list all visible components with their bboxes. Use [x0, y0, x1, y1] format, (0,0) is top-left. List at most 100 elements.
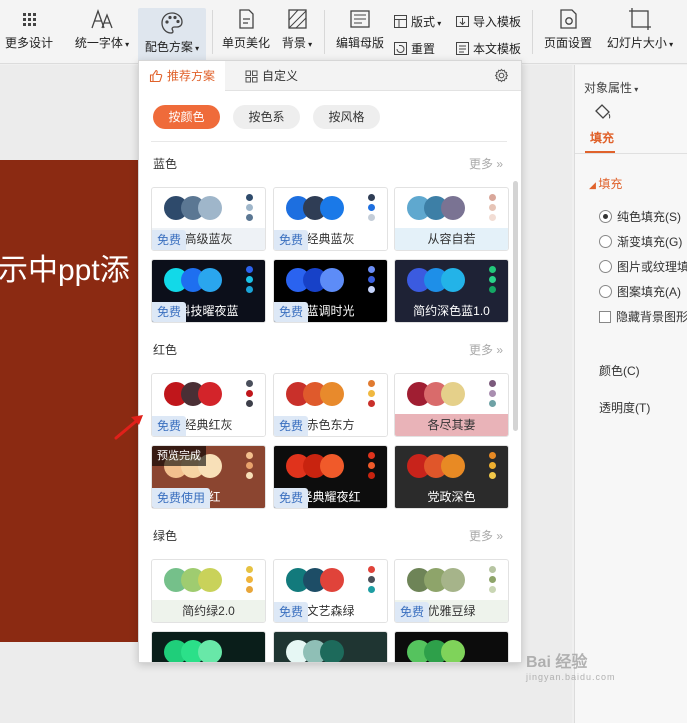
scheme-card[interactable]: 科技曜夜蓝 免费 [151, 259, 266, 323]
single-page-beautify-button[interactable]: 单页美化 [220, 6, 272, 51]
edit-master-button[interactable]: 编辑母版 [334, 6, 386, 51]
slide-size-button[interactable]: 幻灯片大小 ▾ [602, 6, 678, 51]
group-title: 红色 [153, 343, 178, 357]
color-dot [489, 586, 496, 593]
color-dot [489, 214, 496, 221]
free-badge: 免费 [152, 302, 187, 322]
pattern-fill-radio[interactable]: 图案填充(A) [599, 283, 681, 300]
scheme-card[interactable] [273, 631, 388, 662]
scheme-card[interactable]: 从容自若 [394, 187, 509, 251]
page-setup-button[interactable]: 页面设置 [540, 6, 596, 51]
text-template-button[interactable]: 本文模板 [455, 40, 521, 57]
gradient-fill-radio[interactable]: 渐变填充(G) [599, 233, 682, 250]
scheme-card[interactable]: 赤色东方 免费 [273, 373, 388, 437]
scheme-card[interactable]: 文艺森绿 免费 [273, 559, 388, 623]
tab-recommended-label: 推荐方案 [167, 69, 216, 83]
tab-custom[interactable]: 自定义 [235, 61, 308, 91]
layout-button[interactable]: 版式 ▾ [393, 13, 441, 30]
layout-icon [394, 15, 407, 28]
fill-section-label: 填充 [598, 177, 623, 191]
option-label: 纯色填充(S) [617, 210, 681, 224]
panel-title[interactable]: 对象属性 ▾ [584, 79, 638, 96]
scheme-card[interactable]: 高级蓝灰 免费 [151, 187, 266, 251]
picture-fill-radio[interactable]: 图片或纹理填 [599, 258, 687, 275]
more-design-button[interactable]: 更多设计 [4, 6, 54, 51]
free-badge: 免费 [152, 416, 187, 436]
tab-fill[interactable]: 填充 [587, 101, 617, 146]
color-dot [246, 390, 253, 397]
scheme-card[interactable]: 经典耀夜红 免费 [273, 445, 388, 509]
more-link[interactable]: 更多 » [469, 155, 503, 172]
paint-bucket-icon [595, 104, 611, 119]
unify-font-button[interactable]: 统一字体 ▾ [72, 6, 132, 51]
free-badge: 免费 [274, 302, 309, 322]
pill-by-color[interactable]: 按颜色 [153, 105, 220, 129]
scheme-card[interactable]: 经典蓝灰 免费 [273, 187, 388, 251]
color-field-label: 颜色(C) [599, 364, 640, 378]
font-icon [91, 9, 113, 29]
hide-background-checkbox[interactable]: 隐藏背景图形 [599, 308, 687, 325]
color-dot [368, 472, 375, 479]
free-badge: 免费 [395, 602, 430, 622]
color-dot [246, 576, 253, 583]
color-dot [246, 452, 253, 459]
color-dot [368, 390, 375, 397]
slide-text[interactable]: 示中ppt添 [0, 245, 130, 289]
toolbar-divider [212, 10, 213, 54]
free-badge: 免费 [274, 416, 309, 436]
color-dot [489, 266, 496, 273]
scheme-card[interactable]: 各尽其妻 [394, 373, 509, 437]
background-button[interactable]: 背景 ▾ [278, 6, 316, 51]
scheme-card[interactable]: 简约绿2.0 [151, 559, 266, 623]
color-swatch [198, 568, 222, 592]
scheme-card[interactable] [394, 631, 509, 662]
color-dot [246, 204, 253, 211]
reset-button[interactable]: 重置 [393, 40, 435, 57]
color-swatch [320, 640, 344, 662]
free-badge: 免费 [152, 230, 187, 250]
color-swatch [441, 382, 465, 406]
color-swatch [198, 640, 222, 662]
color-scheme-dropdown: 推荐方案 自定义 按颜色 按色系 按风格 蓝色 更多 » 高级蓝灰 免费 经典蓝灰 免费从… [138, 60, 522, 663]
pill-by-color-family[interactable]: 按色系 [233, 105, 300, 129]
fill-section-header[interactable]: ◢ 填充 [589, 175, 622, 192]
color-swatch [198, 382, 222, 406]
color-swatch [441, 268, 465, 292]
tab-recommended[interactable]: 推荐方案 [139, 61, 226, 92]
divider [151, 141, 507, 142]
more-link[interactable]: 更多 » [469, 527, 503, 544]
tab-custom-label: 自定义 [262, 69, 299, 83]
more-design-label: 更多设计 [4, 36, 53, 50]
option-label: 图片或纹理填 [617, 260, 687, 274]
single-page-beautify-label: 单页美化 [221, 36, 270, 50]
edit-master-label: 编辑母版 [335, 36, 384, 50]
more-link[interactable]: 更多 » [469, 341, 503, 358]
color-dot [368, 194, 375, 201]
scheme-label: 各尽其妻 [395, 414, 508, 436]
group-title: 蓝色 [153, 157, 178, 171]
color-swatch [320, 454, 344, 478]
color-swatch [198, 268, 222, 292]
page-icon [239, 9, 254, 29]
scheme-card[interactable] [151, 631, 266, 662]
scheme-card[interactable]: 蓝调时光 免费 [273, 259, 388, 323]
free-badge: 免费 [274, 602, 309, 622]
color-swatch [320, 196, 344, 220]
scrollbar[interactable] [513, 181, 518, 431]
gear-icon[interactable] [494, 68, 509, 83]
scheme-card[interactable]: 经典红灰 免费 [151, 373, 266, 437]
group-title: 绿色 [153, 529, 178, 543]
pill-by-style[interactable]: 按风格 [313, 105, 380, 129]
color-dot [368, 276, 375, 283]
scheme-card[interactable]: 简约深色蓝1.0 [394, 259, 509, 323]
scheme-card[interactable]: 深红免费使用预览完成 [151, 445, 266, 509]
solid-fill-radio[interactable]: 纯色填充(S) [599, 208, 681, 225]
chevron-down-icon: ▾ [192, 44, 200, 53]
option-label: 图案填充(A) [617, 285, 681, 299]
scheme-card[interactable]: 优雅豆绿 免费 [394, 559, 509, 623]
reset-icon [394, 42, 407, 55]
import-template-button[interactable]: 导入模板 [455, 13, 521, 30]
scheme-card[interactable]: 党政深色 [394, 445, 509, 509]
color-dot [368, 286, 375, 293]
color-scheme-button[interactable]: 配色方案 ▾ [138, 8, 206, 62]
